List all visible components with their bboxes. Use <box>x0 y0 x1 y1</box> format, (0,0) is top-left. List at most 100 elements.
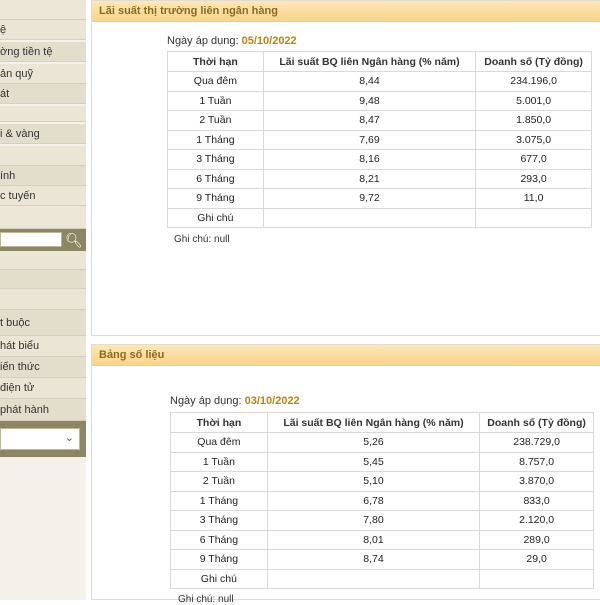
table-row: 1 Tuần 9,48 5.001,0 <box>167 90 592 111</box>
column-header: Thời hạn <box>170 412 268 433</box>
term-cell: 2 Tuần <box>167 110 264 131</box>
sidebar-item[interactable] <box>0 289 86 310</box>
rates-table: Thời hạn Lãi suất BQ liên Ngân hàng (% nă… <box>167 51 592 228</box>
volume-cell <box>479 568 594 589</box>
volume-cell: 238.729,0 <box>479 432 594 453</box>
interbank-rate-panel: Lãi suất thị trường liên ngân hàng Ngày … <box>91 0 600 336</box>
term-cell: 9 Tháng <box>167 188 264 209</box>
term-cell: Ghi chú <box>170 568 268 589</box>
search-icon[interactable]: 🔍︎ <box>64 230 84 250</box>
rate-cell: 8,44 <box>262 71 477 92</box>
column-header: Thời hạn <box>167 51 264 72</box>
volume-cell: 293,0 <box>475 168 592 189</box>
apply-date-value: 03/10/2022 <box>244 395 300 407</box>
apply-date-line: Ngày áp dụng: 03/10/2022 <box>170 395 300 407</box>
sidebar-item[interactable]: ản quỹ <box>0 64 86 84</box>
apply-date-value: 05/10/2022 <box>241 35 297 47</box>
sidebar-item[interactable] <box>0 251 86 270</box>
term-cell: 6 Tháng <box>167 168 264 189</box>
column-header: Doanh số (Tỷ đồng) <box>475 51 592 72</box>
rate-cell <box>262 207 477 228</box>
sidebar-item[interactable]: iến thức <box>0 357 86 378</box>
sidebar-item[interactable]: át <box>0 84 86 104</box>
table-row: 1 Tháng 6,78 833,0 <box>170 490 594 511</box>
rate-cell: 9,72 <box>262 188 477 209</box>
panel-title: Bảng số liệu <box>92 345 600 366</box>
sidebar-item[interactable]: ính <box>0 166 86 186</box>
table-row: Ghi chú <box>170 568 594 589</box>
rate-cell: 7,80 <box>266 510 481 531</box>
sidebar-item[interactable]: ệ <box>0 20 86 40</box>
sidebar-select[interactable]: ⌄ <box>0 428 80 450</box>
column-header: Lãi suất BQ liên Ngân hàng (% năm) <box>266 412 481 433</box>
table-row: 9 Tháng 9,72 11,0 <box>167 188 592 209</box>
rate-cell: 5,10 <box>266 471 481 492</box>
rate-cell: 6,78 <box>266 490 481 511</box>
term-cell: 9 Tháng <box>170 549 268 570</box>
term-cell: Qua đêm <box>170 432 268 453</box>
sidebar-item[interactable] <box>0 146 86 166</box>
apply-date-line: Ngày áp dụng: 05/10/2022 <box>167 35 297 47</box>
column-header: Doanh số (Tỷ đồng) <box>479 412 594 433</box>
volume-cell: 677,0 <box>475 149 592 170</box>
table-row: 2 Tuần 8,47 1.850,0 <box>167 110 592 131</box>
volume-cell: 3.075,0 <box>475 129 592 150</box>
term-cell: 1 Tháng <box>167 129 264 150</box>
table-note: Ghi chú: null <box>174 234 230 245</box>
table-row: 1 Tháng 7,69 3.075,0 <box>167 129 592 150</box>
rate-cell: 8,16 <box>262 149 477 170</box>
term-cell: 1 Tuần <box>167 90 264 111</box>
chevron-down-icon[interactable]: ⌄ <box>65 431 74 444</box>
sidebar-item[interactable]: c tuyến <box>0 186 86 206</box>
sidebar-item[interactable]: điện tử <box>0 378 86 399</box>
rate-cell: 5,45 <box>266 451 481 472</box>
table-row: 9 Tháng 8,74 29,0 <box>170 549 594 570</box>
term-cell: 3 Tháng <box>167 149 264 170</box>
sidebar-search-input[interactable] <box>0 232 62 247</box>
table-row: 3 Tháng 7,80 2.120,0 <box>170 510 594 531</box>
volume-cell: 234.196,0 <box>475 71 592 92</box>
rate-cell: 8,47 <box>262 110 477 131</box>
volume-cell: 2.120,0 <box>479 510 594 531</box>
rate-cell: 7,69 <box>262 129 477 150</box>
term-cell: Ghi chú <box>167 207 264 228</box>
sidebar-item[interactable]: phát hành <box>0 399 86 421</box>
rate-cell: 9,48 <box>262 90 477 111</box>
sidebar-item[interactable]: t buộc <box>0 310 86 336</box>
volume-cell: 3.870,0 <box>479 471 594 492</box>
sidebar-spacer <box>0 206 86 229</box>
term-cell: 1 Tháng <box>170 490 268 511</box>
table-row: 6 Tháng 8,21 293,0 <box>167 168 592 189</box>
left-sidebar: ệ ờng tiền tệ ản quỹ át i & vàng ính c tuyến 🔍… <box>0 0 86 600</box>
table-row: Qua đêm 8,44 234.196,0 <box>167 71 592 92</box>
panel-title: Lãi suất thị trường liên ngân hàng <box>92 1 600 22</box>
rate-cell: 8,74 <box>266 549 481 570</box>
term-cell: 6 Tháng <box>170 529 268 550</box>
sidebar-item[interactable]: ờng tiền tệ <box>0 42 86 62</box>
sidebar-item[interactable] <box>0 270 86 289</box>
apply-date-label: Ngày áp dụng: <box>170 395 245 407</box>
rate-cell: 8,01 <box>266 529 481 550</box>
column-header: Lãi suất BQ liên Ngân hàng (% năm) <box>262 51 477 72</box>
volume-cell <box>475 207 592 228</box>
table-row: 6 Tháng 8,01 289,0 <box>170 529 594 550</box>
rate-cell: 5,26 <box>266 432 481 453</box>
term-cell: Qua đêm <box>167 71 264 92</box>
volume-cell: 11,0 <box>475 188 592 209</box>
term-cell: 2 Tuần <box>170 471 268 492</box>
term-cell: 3 Tháng <box>170 510 268 531</box>
sidebar-search-bar: 🔍︎ <box>0 229 86 251</box>
volume-cell: 5.001,0 <box>475 90 592 111</box>
volume-cell: 1.850,0 <box>475 110 592 131</box>
table-row: Qua đêm 5,26 238.729,0 <box>170 432 594 453</box>
sidebar-item[interactable]: hát biểu <box>0 336 86 357</box>
rate-cell <box>266 568 481 589</box>
table-row: Ghi chú <box>167 207 592 228</box>
sidebar-item[interactable] <box>0 106 86 122</box>
rate-cell: 8,21 <box>262 168 477 189</box>
volume-cell: 833,0 <box>479 490 594 511</box>
term-cell: 1 Tuần <box>170 451 268 472</box>
volume-cell: 29,0 <box>479 549 594 570</box>
table-row: 3 Tháng 8,16 677,0 <box>167 149 592 170</box>
sidebar-item[interactable]: i & vàng <box>0 124 86 144</box>
